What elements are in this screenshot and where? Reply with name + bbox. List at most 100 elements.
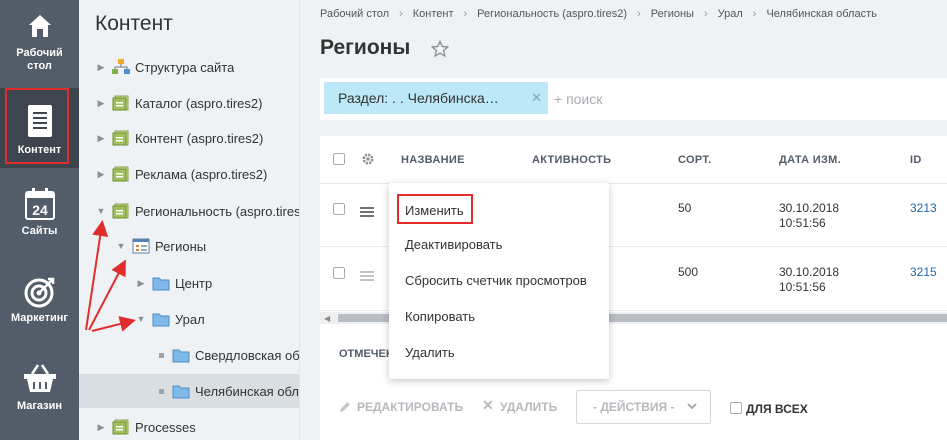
- gear-icon[interactable]: [361, 152, 375, 166]
- breadcrumb-separator: ›: [399, 8, 403, 20]
- tree-item-label: Урал: [175, 311, 205, 327]
- marked-label: ОТМЕЧЕН: [339, 348, 394, 360]
- menu-item-delete[interactable]: Удалить: [405, 345, 455, 360]
- row-menu-icon[interactable]: [360, 207, 374, 217]
- filter-bar[interactable]: Раздел: . . Челябинска… ✕ + поиск: [320, 78, 947, 120]
- cell-date-line2: 10:51:56: [779, 280, 826, 294]
- select-all-checkbox[interactable]: [333, 153, 345, 165]
- collapse-arrow-icon[interactable]: ▼: [135, 314, 147, 324]
- tree-item-label: Каталог (aspro.tires2): [135, 95, 263, 111]
- expand-arrow-icon[interactable]: ▶: [95, 133, 107, 144]
- folder-icon: [152, 313, 170, 327]
- breadcrumb-item[interactable]: Регионы: [651, 8, 694, 20]
- bullet-icon: [155, 352, 167, 358]
- menu-item-edit[interactable]: Изменить: [405, 203, 464, 218]
- delete-x-icon: ✕: [482, 397, 494, 413]
- breadcrumb: Рабочий стол › Контент › Региональность (a…: [320, 8, 877, 20]
- tree-item-label: Реклама (aspro.tires2): [135, 166, 268, 182]
- breadcrumb-separator: ›: [752, 8, 757, 20]
- rail-item-desktop[interactable]: Рабочий стол: [0, 0, 79, 80]
- close-icon[interactable]: ✕: [531, 90, 542, 106]
- expand-arrow-icon[interactable]: ▶: [135, 278, 147, 289]
- menu-item-deactivate[interactable]: Деактивировать: [405, 237, 502, 252]
- content-tree-panel: Контент ▶ Структура сайта ▶ Каталог (asp…: [79, 0, 300, 440]
- expand-arrow-icon[interactable]: ▶: [95, 62, 107, 73]
- search-input[interactable]: + поиск: [554, 91, 602, 107]
- delete-button[interactable]: УДАЛИТЬ: [500, 400, 557, 414]
- breadcrumb-item[interactable]: Региональность (aspro.tires2): [477, 8, 627, 20]
- breadcrumb-separator: ›: [703, 8, 708, 20]
- breadcrumb-item[interactable]: Рабочий стол: [320, 8, 389, 20]
- rail-item-content[interactable]: Контент: [0, 88, 79, 168]
- breadcrumb-separator: ›: [463, 8, 468, 20]
- tree-item-ads[interactable]: ▶ Реклама (aspro.tires2): [79, 157, 299, 191]
- tree-item-catalog[interactable]: ▶ Каталог (aspro.tires2): [79, 86, 299, 120]
- cell-sort: 50: [678, 201, 692, 215]
- tree-item-processes[interactable]: ▶ Processes: [79, 410, 299, 440]
- scroll-left-arrow-icon[interactable]: ◀: [324, 314, 330, 323]
- rail-label-desktop-1: Рабочий: [16, 47, 63, 59]
- grid-header: НАЗВАНИЕ АКТИВНОСТЬ СОРТ. ДАТА ИЗМ. ID: [320, 136, 947, 184]
- row-checkbox[interactable]: [333, 203, 345, 215]
- folder-icon: [152, 277, 170, 291]
- tree-item-content[interactable]: ▶ Контент (aspro.tires2): [79, 121, 299, 155]
- for-all-checkbox[interactable]: [730, 402, 742, 414]
- basket-icon: [23, 364, 56, 392]
- menu-item-copy[interactable]: Копировать: [405, 309, 475, 324]
- expand-arrow-icon[interactable]: ▶: [95, 422, 107, 433]
- tree-item-ural[interactable]: ▼ Урал: [79, 302, 299, 336]
- cell-id-link[interactable]: 3213: [910, 201, 937, 216]
- for-all-label: ДЛЯ ВСЕХ: [746, 402, 808, 416]
- actions-select-value: - ДЕЙСТВИЯ -: [593, 400, 675, 414]
- cell-date-line1: 30.10.2018: [779, 265, 840, 279]
- rail-label-marketing: Маркетинг: [11, 312, 68, 324]
- rail-item-sites[interactable]: 24 Сайты: [0, 176, 79, 256]
- breadcrumb-item[interactable]: Контент: [413, 8, 454, 20]
- column-header-id[interactable]: ID: [910, 154, 922, 166]
- cell-date: 30.10.2018 10:51:56: [779, 201, 839, 231]
- edit-button[interactable]: РЕДАКТИРОВАТЬ: [357, 400, 463, 414]
- site-structure-icon: [112, 59, 130, 74]
- collapse-arrow-icon[interactable]: ▼: [115, 241, 127, 251]
- tree-item-chelyabinsk[interactable]: Челябинская область: [79, 374, 300, 408]
- pencil-icon: [340, 402, 350, 412]
- tree-item-regions[interactable]: ▼ Регионы: [79, 229, 299, 263]
- star-icon[interactable]: [431, 40, 449, 58]
- tree-item-center[interactable]: ▶ Центр: [79, 266, 299, 300]
- menu-item-reset-views[interactable]: Сбросить счетчик просмотров: [405, 273, 587, 288]
- tree-item-label: Регионы: [155, 238, 207, 254]
- tree-item-label: Центр: [175, 275, 213, 291]
- iblock-icon: [112, 203, 129, 219]
- left-rail: Рабочий стол Контент 24 Сайты Маркетинг …: [0, 0, 79, 440]
- tree-item-site-structure[interactable]: ▶ Структура сайта: [79, 50, 299, 84]
- expand-arrow-icon[interactable]: ▶: [95, 169, 107, 180]
- breadcrumb-item[interactable]: Урал: [718, 8, 743, 20]
- folder-icon: [172, 385, 190, 399]
- filter-chip-label: Раздел: . . Челябинска…: [338, 90, 499, 106]
- tree-item-regionality[interactable]: ▼ Региональность (aspro.tires2): [79, 194, 299, 228]
- column-header-name[interactable]: НАЗВАНИЕ: [401, 154, 465, 166]
- rail-label-desktop-2: стол: [27, 60, 52, 72]
- column-header-active[interactable]: АКТИВНОСТЬ: [532, 154, 611, 166]
- cell-id-link[interactable]: 3215: [910, 265, 937, 280]
- expand-arrow-icon[interactable]: ▶: [95, 98, 107, 109]
- filter-chip[interactable]: Раздел: . . Челябинска… ✕: [324, 82, 548, 114]
- rail-item-marketing[interactable]: Маркетинг: [0, 270, 79, 350]
- row-context-menu: Изменить Деактивировать Сбросить счетчик…: [389, 183, 609, 379]
- iblock-icon: [112, 130, 129, 146]
- actions-select[interactable]: - ДЕЙСТВИЯ -: [576, 390, 711, 424]
- tree-item-label: Челябинская область: [195, 383, 300, 399]
- target-icon: [24, 277, 54, 308]
- row-menu-icon[interactable]: [360, 271, 374, 281]
- column-header-sort[interactable]: СОРТ.: [678, 154, 711, 166]
- column-header-date[interactable]: ДАТА ИЗМ.: [779, 154, 841, 166]
- row-checkbox[interactable]: [333, 267, 345, 279]
- tree-title: Контент: [95, 12, 173, 35]
- rail-item-shop[interactable]: Магазин: [0, 358, 79, 438]
- page-title: Регионы: [320, 36, 411, 59]
- tree-item-sverdlovsk[interactable]: Свердловская область: [79, 338, 299, 372]
- list-icon: [132, 238, 150, 254]
- breadcrumb-item[interactable]: Челябинская область: [766, 8, 876, 20]
- collapse-arrow-icon[interactable]: ▼: [95, 206, 107, 216]
- home-icon: [28, 15, 51, 37]
